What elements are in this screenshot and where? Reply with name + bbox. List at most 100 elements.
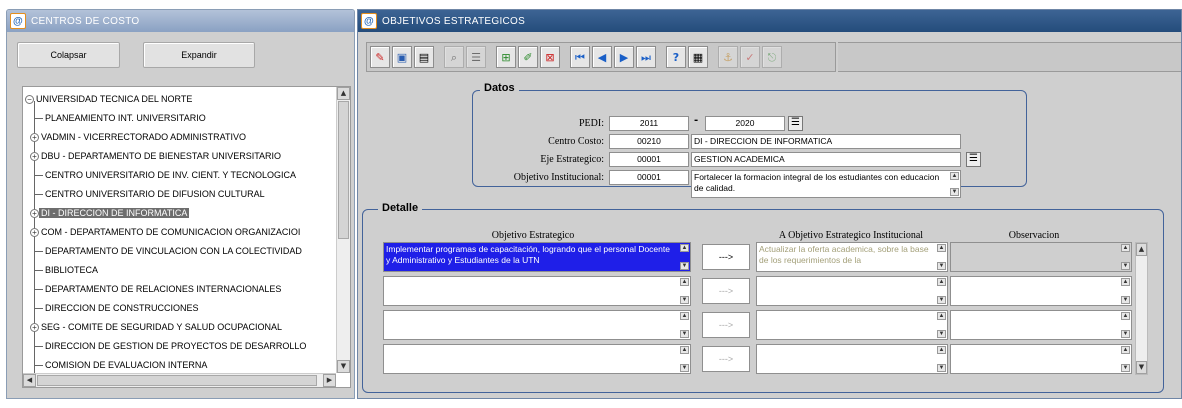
scroll-up-icon[interactable]: ▲ <box>1136 243 1147 256</box>
text-scroll[interactable]: ▲ ▼ <box>937 312 946 338</box>
execute-query-icon[interactable]: ☰ <box>466 46 486 68</box>
text-scroll[interactable]: ▲ ▼ <box>680 346 689 372</box>
disk-icon[interactable]: ▣ <box>392 46 412 68</box>
expand-node-icon[interactable]: + <box>30 152 39 162</box>
anchor-icon[interactable]: ⚓ <box>718 46 738 68</box>
edit-record-icon[interactable]: ✐ <box>518 46 538 68</box>
tree-item[interactable]: COMISION DE EVALUACION INTERNA <box>35 357 209 373</box>
tree-item[interactable]: + COM - DEPARTAMENTO DE COMUNICACION ORGA… <box>30 224 302 240</box>
centro-costo-code-field[interactable]: 00210 <box>609 134 689 149</box>
previous-record-icon[interactable]: ◀ <box>592 46 612 68</box>
text-scroll[interactable]: ▲ ▼ <box>937 244 946 270</box>
scroll-down-icon[interactable]: ▼ <box>337 360 350 373</box>
text-scroll[interactable]: ▲ ▼ <box>937 278 946 304</box>
detail-scrollbar[interactable]: ▲ ▼ <box>1135 242 1148 375</box>
text-scroll[interactable]: ▲ ▼ <box>937 346 946 372</box>
text-scroll[interactable]: ▲ ▼ <box>680 312 689 338</box>
text-scroll[interactable]: ▲ ▼ <box>680 278 689 304</box>
scroll-thumb[interactable] <box>338 101 349 239</box>
text-scroll[interactable]: ▲ ▼ <box>950 172 959 196</box>
assign-objective-button[interactable]: ---> <box>702 278 750 304</box>
tree-item[interactable]: PLANEAMIENTO INT. UNIVERSITARIO <box>35 110 208 126</box>
eje-code-field[interactable]: 00001 <box>609 152 689 167</box>
tree-branch <box>35 270 43 272</box>
expand-node-icon[interactable]: + <box>30 209 39 219</box>
tree-item[interactable]: CENTRO UNIVERSITARIO DE INV. CIENT. Y TE… <box>35 167 298 183</box>
a-objetivo-institucional-field[interactable]: ▲ ▼ <box>756 310 948 340</box>
objetivo-estrategico-field[interactable]: ▲ ▼ <box>383 276 691 306</box>
print-icon[interactable]: ▤ <box>414 46 434 68</box>
collapse-node-icon[interactable]: − <box>25 95 34 105</box>
observacion-field[interactable]: ▲ ▼ <box>950 242 1132 272</box>
tree-item[interactable]: DIRECCION DE CONSTRUCCIONES <box>35 300 201 316</box>
a-objetivo-institucional-field[interactable]: ▲ ▼ <box>756 344 948 374</box>
objetivo-institucional-code-field[interactable]: 00001 <box>609 170 689 185</box>
expand-node-icon[interactable]: + <box>30 323 39 333</box>
observacion-field[interactable]: ▲ ▼ <box>950 344 1132 374</box>
last-record-icon[interactable]: ⏭ <box>636 46 656 68</box>
tree-item[interactable]: DIRECCION DE GESTION DE PROYECTOS DE DES… <box>35 338 308 354</box>
cost-centers-titlebar[interactable]: @ CENTROS DE COSTO <box>7 10 354 32</box>
text-scroll[interactable]: ▲ ▼ <box>1121 312 1130 338</box>
scroll-down-icon: ▼ <box>680 330 689 338</box>
help-icon[interactable]: ? <box>666 46 686 68</box>
first-record-icon[interactable]: ⏮ <box>570 46 590 68</box>
assign-objective-button[interactable]: ---> <box>702 312 750 338</box>
pedi-from-field[interactable]: 2011 <box>609 116 689 131</box>
tree-branch <box>35 289 43 291</box>
tree-item[interactable]: + VADMIN - VICERRECTORADO ADMINISTRATIVO <box>30 129 248 145</box>
assign-objective-button[interactable]: ---> <box>702 244 750 270</box>
pedi-to-field[interactable]: 2020 <box>705 116 785 131</box>
objetivo-institucional-text[interactable]: Fortalecer la formacion integral de los … <box>691 170 961 198</box>
tree-item[interactable]: − UNIVERSIDAD TECNICA DEL NORTE <box>25 91 194 107</box>
calculator-icon[interactable]: ▦ <box>688 46 708 68</box>
expand-button[interactable]: Expandir <box>143 42 255 68</box>
text-scroll[interactable]: ▲ ▼ <box>680 244 689 270</box>
tree-vertical-scrollbar[interactable]: ▲ ▼ <box>336 87 350 373</box>
tree-item[interactable]: BIBLIOTECA <box>35 262 100 278</box>
objetivo-estrategico-field[interactable]: ▲ ▼ <box>383 344 691 374</box>
window-title: OBJETIVOS ESTRATEGICOS <box>382 15 526 27</box>
scroll-left-icon[interactable]: ◀ <box>23 374 36 387</box>
check-icon[interactable]: ✓ <box>740 46 760 68</box>
insert-record-icon[interactable]: ⊞ <box>496 46 516 68</box>
tree-item[interactable]: + DI - DIRECCION DE INFORMATICA <box>30 205 190 221</box>
observacion-field[interactable]: ▲ ▼ <box>950 310 1132 340</box>
detalle-title: Detalle <box>378 202 423 214</box>
enter-query-icon[interactable]: ⌕ <box>444 46 464 68</box>
hscroll-thumb[interactable] <box>37 375 317 386</box>
strategic-objectives-titlebar[interactable]: @ OBJETIVOS ESTRATEGICOS <box>358 10 1181 32</box>
tree-item[interactable]: DEPARTAMENTO DE RELACIONES INTERNACIONAL… <box>35 281 283 297</box>
tree-item[interactable]: + SEG - COMITE DE SEGURIDAD Y SALUD OCUPA… <box>30 319 284 335</box>
save-icon[interactable]: ✎ <box>370 46 390 68</box>
eje-name-field[interactable]: GESTION ACADEMICA <box>691 152 961 167</box>
next-record-icon[interactable]: ▶ <box>614 46 634 68</box>
cost-center-tree[interactable]: − UNIVERSIDAD TECNICA DEL NORTE PLANEAMIEN… <box>22 86 351 388</box>
centro-costo-name-field[interactable]: DI - DIRECCION DE INFORMATICA <box>691 134 961 149</box>
expand-node-icon[interactable]: + <box>30 228 39 238</box>
a-objetivo-institucional-field-value: Actualizar la oferta academica, sobre la… <box>759 244 931 265</box>
objetivo-estrategico-field[interactable]: ▲ ▼ <box>383 310 691 340</box>
scroll-right-icon[interactable]: ▶ <box>323 374 336 387</box>
objetivo-estrategico-field[interactable]: Implementar programas de capacitación, l… <box>383 242 691 272</box>
tree-item[interactable]: CENTRO UNIVERSITARIO DE DIFUSION CULTURA… <box>35 186 267 202</box>
assign-objective-button[interactable]: ---> <box>702 346 750 372</box>
scroll-up-icon[interactable]: ▲ <box>337 87 350 100</box>
a-objetivo-institucional-field[interactable]: Actualizar la oferta academica, sobre la… <box>756 242 948 272</box>
tree-item[interactable]: DEPARTAMENTO DE VINCULACION CON LA COLEC… <box>35 243 304 259</box>
text-scroll[interactable]: ▲ ▼ <box>1121 346 1130 372</box>
text-scroll[interactable]: ▲ ▼ <box>1121 244 1130 270</box>
delete-record-icon[interactable]: ⊠ <box>540 46 560 68</box>
scroll-down-icon[interactable]: ▼ <box>1136 361 1147 374</box>
exit-icon[interactable]: ⎋ <box>762 46 782 68</box>
collapse-button[interactable]: Colapsar <box>17 42 120 68</box>
tree-item[interactable]: + DBU - DEPARTAMENTO DE BIENESTAR UNIVERS… <box>30 148 283 164</box>
tree-horizontal-scrollbar[interactable]: ◀ ▶ <box>23 373 336 387</box>
expand-node-icon[interactable]: + <box>30 133 39 143</box>
observacion-field[interactable]: ▲ ▼ <box>950 276 1132 306</box>
a-objetivo-institucional-field[interactable]: ▲ ▼ <box>756 276 948 306</box>
scroll-down-icon: ▼ <box>1121 364 1130 372</box>
text-scroll[interactable]: ▲ ▼ <box>1121 278 1130 304</box>
eje-list-icon[interactable]: ☰ <box>966 152 981 167</box>
pedi-list-icon[interactable]: ☰ <box>788 116 803 131</box>
